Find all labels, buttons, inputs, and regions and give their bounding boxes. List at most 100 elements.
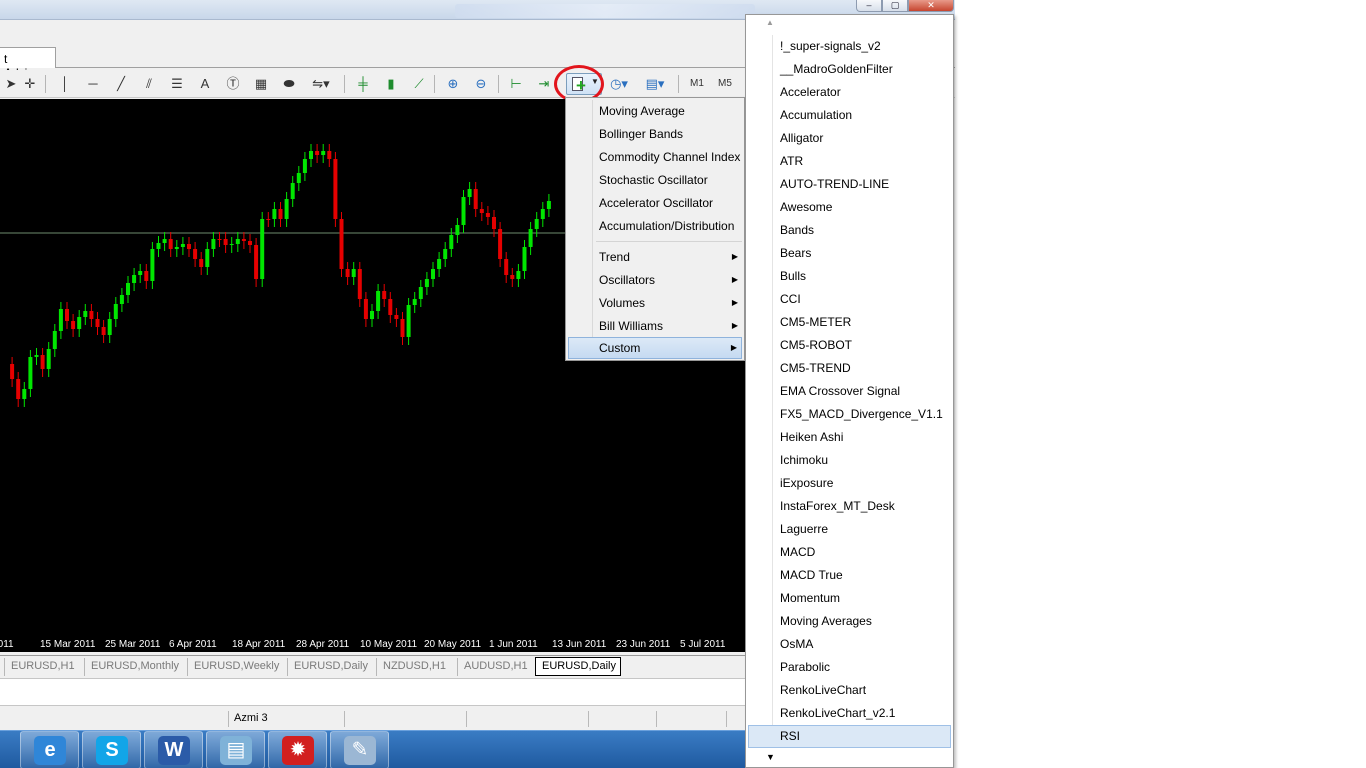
zoom-in-icon[interactable]: ⊕ bbox=[442, 74, 464, 94]
menu-item-trend[interactable]: Trend ▶ bbox=[568, 246, 742, 268]
word-icon: W bbox=[158, 736, 190, 765]
custom-indicator-item[interactable]: MACD True bbox=[748, 564, 951, 587]
candle-body bbox=[290, 183, 295, 199]
maximize-button[interactable]: ▢ bbox=[882, 0, 908, 12]
custom-indicator-item[interactable]: Accumulation bbox=[748, 104, 951, 127]
menu-item-accumulation-distribution[interactable]: Accumulation/Distribution bbox=[568, 215, 742, 237]
minimize-button[interactable]: ‒ bbox=[856, 0, 882, 12]
menu-item-cci[interactable]: Commodity Channel Index bbox=[568, 146, 742, 168]
zoom-out-icon[interactable]: ⊖ bbox=[470, 74, 492, 94]
candle-body bbox=[516, 271, 521, 279]
chart-tab-active[interactable]: EURUSD,Daily bbox=[535, 657, 621, 676]
menu-item-accelerator[interactable]: Accelerator Oscillator bbox=[568, 192, 742, 214]
custom-indicator-item[interactable]: __MadroGoldenFilter bbox=[748, 58, 951, 81]
custom-indicator-item[interactable]: RSI bbox=[748, 725, 951, 748]
candlesticks-icon[interactable]: ▮ bbox=[380, 74, 402, 94]
fibonacci-icon[interactable]: ☰ bbox=[166, 74, 188, 94]
custom-indicator-item[interactable]: Accelerator bbox=[748, 81, 951, 104]
periods-icon[interactable]: ◷▾ bbox=[604, 74, 634, 94]
chart-tab[interactable]: EURUSD,Daily bbox=[287, 658, 371, 676]
scroll-up-icon[interactable]: ▲ bbox=[766, 18, 774, 27]
scroll-down-icon[interactable]: ▼ bbox=[766, 752, 775, 762]
custom-indicator-item[interactable]: CM5-ROBOT bbox=[748, 334, 951, 357]
chart-tab[interactable]: NZDUSD,H1 bbox=[376, 658, 454, 676]
menu-item-moving-average[interactable]: Moving Average bbox=[568, 100, 742, 122]
close-button[interactable]: ✕ bbox=[908, 0, 954, 12]
custom-indicator-item[interactable]: Moving Averages bbox=[748, 610, 951, 633]
candle-body bbox=[510, 275, 515, 279]
chart-tab[interactable]: EURUSD,Monthly bbox=[84, 658, 184, 676]
custom-indicator-item[interactable]: InstaForex_MT_Desk bbox=[748, 495, 951, 518]
custom-indicator-item[interactable]: AUTO-TREND-LINE bbox=[748, 173, 951, 196]
custom-indicators-menu: ▲ !_super-signals_v2 __MadroGoldenFilter A… bbox=[745, 14, 954, 768]
custom-indicator-item[interactable]: FX5_MACD_Divergence_V1.1 bbox=[748, 403, 951, 426]
text-label-icon[interactable]: Ⓣ bbox=[222, 74, 244, 94]
menu-item-oscillators[interactable]: Oscillators ▶ bbox=[568, 269, 742, 291]
custom-indicator-item[interactable]: Bears bbox=[748, 242, 951, 265]
candle-body bbox=[272, 209, 277, 219]
custom-indicator-item[interactable]: OsMA bbox=[748, 633, 951, 656]
fibonacci-fan-icon[interactable]: ▦ bbox=[250, 74, 272, 94]
line-chart-icon[interactable]: ⟋ bbox=[408, 74, 430, 94]
custom-indicator-item[interactable]: MACD bbox=[748, 541, 951, 564]
candle-body bbox=[333, 159, 338, 219]
chart-tab[interactable]: AUDUSD,H1 bbox=[457, 658, 533, 676]
taskbar-button[interactable]: ✎ bbox=[330, 731, 389, 768]
taskbar-button[interactable]: e bbox=[20, 731, 79, 768]
custom-indicator-item[interactable]: CM5-TREND bbox=[748, 357, 951, 380]
custom-indicator-item[interactable]: RenkoLiveChart bbox=[748, 679, 951, 702]
menu-item-bollinger-bands[interactable]: Bollinger Bands bbox=[568, 123, 742, 145]
taskbar-button[interactable]: W bbox=[144, 731, 203, 768]
custom-indicator-item[interactable]: !_super-signals_v2 bbox=[748, 35, 951, 58]
candle-body bbox=[235, 239, 240, 244]
candle-body bbox=[168, 239, 173, 249]
custom-indicator-item[interactable]: Parabolic bbox=[748, 656, 951, 679]
custom-indicator-item[interactable]: CCI bbox=[748, 288, 951, 311]
timeframe-m5-button[interactable]: M5 bbox=[712, 74, 738, 94]
candle-body bbox=[449, 235, 454, 249]
arrows-icon[interactable]: ⇋▾ bbox=[306, 74, 336, 94]
templates-icon[interactable]: ▤▾ bbox=[640, 74, 670, 94]
custom-indicator-item[interactable]: Alligator bbox=[748, 127, 951, 150]
trendline-icon[interactable]: ╱ bbox=[110, 74, 132, 94]
candle-body bbox=[302, 159, 307, 173]
custom-indicator-item[interactable]: Awesome bbox=[748, 196, 951, 219]
chart-tab[interactable]: EURUSD,H1 bbox=[4, 658, 82, 676]
custom-indicator-item[interactable]: Momentum bbox=[748, 587, 951, 610]
candle-body bbox=[327, 151, 332, 159]
bar-chart-icon[interactable]: ╪ bbox=[352, 74, 374, 94]
tab-expert-advisors[interactable]: t Advisors bbox=[0, 47, 56, 80]
candle-body bbox=[394, 315, 399, 319]
crosshair-icon[interactable]: ✛ bbox=[19, 74, 41, 94]
text-icon[interactable]: A bbox=[194, 74, 216, 94]
menu-item-bill-williams[interactable]: Bill Williams ▶ bbox=[568, 315, 742, 337]
candle-body bbox=[498, 229, 503, 259]
custom-indicator-item[interactable]: Ichimoku bbox=[748, 449, 951, 472]
taskbar-button[interactable]: S bbox=[82, 731, 141, 768]
custom-indicator-item[interactable]: Heiken Ashi bbox=[748, 426, 951, 449]
vertical-line-icon[interactable]: │ bbox=[54, 74, 76, 94]
taskbar-button[interactable]: ▤ bbox=[206, 731, 265, 768]
candle-body bbox=[101, 327, 106, 335]
candle-body bbox=[254, 245, 259, 279]
horizontal-line-icon[interactable]: ─ bbox=[82, 74, 104, 94]
custom-indicator-item[interactable]: RenkoLiveChart_v2.1 bbox=[748, 702, 951, 725]
autoscroll-icon[interactable]: ⇥ bbox=[533, 74, 555, 94]
menu-item-custom[interactable]: Custom ▶ bbox=[568, 337, 742, 359]
custom-indicator-item[interactable]: CM5-METER bbox=[748, 311, 951, 334]
equidistant-channel-icon[interactable]: ⫽ bbox=[138, 74, 160, 94]
taskbar-button[interactable]: ✹ bbox=[268, 731, 327, 768]
ellipse-icon[interactable]: ⬬ bbox=[278, 74, 300, 94]
menu-item-label: Custom bbox=[599, 341, 641, 355]
custom-indicator-item[interactable]: ATR bbox=[748, 150, 951, 173]
chart-shift-icon[interactable]: ⊢ bbox=[505, 74, 527, 94]
chart-tab[interactable]: EURUSD,Weekly bbox=[187, 658, 283, 676]
timeframe-m1-button[interactable]: M1 bbox=[684, 74, 710, 94]
custom-indicator-item[interactable]: Bulls bbox=[748, 265, 951, 288]
custom-indicator-item[interactable]: iExposure bbox=[748, 472, 951, 495]
custom-indicator-item[interactable]: Bands bbox=[748, 219, 951, 242]
menu-item-volumes[interactable]: Volumes ▶ bbox=[568, 292, 742, 314]
custom-indicator-item[interactable]: Laguerre bbox=[748, 518, 951, 541]
menu-item-stochastic[interactable]: Stochastic Oscillator bbox=[568, 169, 742, 191]
custom-indicator-item[interactable]: EMA Crossover Signal bbox=[748, 380, 951, 403]
